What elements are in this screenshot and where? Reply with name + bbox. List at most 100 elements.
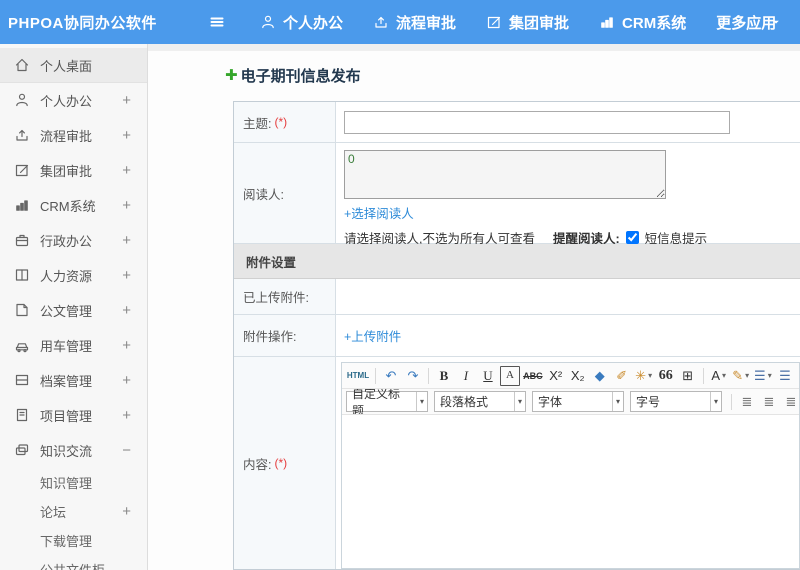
align-center-button[interactable]: ≣ <box>759 392 779 412</box>
hamburger-menu-icon[interactable] <box>200 5 234 39</box>
subject-input[interactable] <box>344 110 730 134</box>
strikethrough-button[interactable]: ABC <box>522 366 544 386</box>
blockquote-button[interactable]: 66 <box>656 366 676 386</box>
select-label: 段落格式 <box>440 395 489 409</box>
underline-button[interactable]: U <box>478 366 498 386</box>
top-navigation: 个人办公 流程审批 集团审批 CRM系统 更多应用 <box>260 12 781 33</box>
top-nav-item[interactable]: CRM系统 <box>599 12 686 33</box>
expand-toggle[interactable]: + <box>122 503 131 520</box>
sidebar-item-label: 公文管理 <box>40 304 93 319</box>
sidebar-item-label: 集团审批 <box>40 164 93 179</box>
readers-label: 阅读人: <box>243 187 284 202</box>
chevron-down-icon: ▾ <box>767 371 772 380</box>
archive-icon <box>14 372 31 389</box>
align-left-button[interactable]: ≣ <box>737 392 757 412</box>
editor-content-area[interactable] <box>342 415 799 568</box>
required-marker: (*) <box>274 456 288 470</box>
paste-plain-button[interactable]: ⊞ <box>678 366 698 386</box>
subject-field-cell <box>336 102 800 142</box>
attachment-action-cell: +上传附件 <box>336 315 800 356</box>
user-icon <box>260 14 276 30</box>
sidebar-item[interactable]: 项目管理 + <box>0 398 147 433</box>
flow-icon <box>373 14 389 30</box>
readers-field-cell: 0 +选择阅读人 请选择阅读人,不选为所有人可查看 提醒阅读人: 短信息提示 <box>336 143 800 246</box>
sidebar-item[interactable]: 人力资源 + <box>0 258 147 293</box>
upload-attachment-link[interactable]: +上传附件 <box>344 326 401 345</box>
sidebar-item[interactable]: CRM系统 + <box>0 188 147 223</box>
font-border-button[interactable]: A <box>499 365 520 386</box>
bold-button[interactable]: B <box>434 366 454 386</box>
html-source-button[interactable]: HTML <box>346 366 370 386</box>
font-family-select[interactable]: 字体 ▾ <box>532 391 624 412</box>
expand-toggle[interactable]: + <box>122 92 131 109</box>
required-marker: (*) <box>274 115 288 129</box>
page-title-text: 电子期刊信息发布 <box>240 68 361 85</box>
sidebar-item[interactable]: 公文管理 + <box>0 293 147 328</box>
sidebar-item[interactable]: 用车管理 + <box>0 328 147 363</box>
sidebar-item[interactable]: 个人办公 + <box>0 83 147 118</box>
sidebar-item[interactable]: 知识交流 − <box>0 433 147 468</box>
top-nav-item[interactable]: 集团审批 <box>486 12 569 33</box>
unordered-list-button[interactable]: ☰ <box>775 366 795 386</box>
subscript-button[interactable]: X₂ <box>568 366 588 386</box>
top-nav-label: 更多应用 <box>716 14 777 32</box>
subject-label-cell: 主题: (*) <box>234 102 336 142</box>
toolbar-separator <box>427 367 429 384</box>
top-nav-label: 个人办公 <box>283 14 344 32</box>
font-color-button[interactable]: A ▾ <box>709 366 729 386</box>
sidebar-item[interactable]: 公共文件柜 <box>0 555 147 570</box>
select-readers-link[interactable]: +选择阅读人 <box>344 203 414 222</box>
redo-button[interactable]: ↷ <box>403 366 423 386</box>
sidebar-item[interactable]: 论坛 + <box>0 497 147 526</box>
expand-toggle[interactable]: − <box>122 442 131 459</box>
top-bar: PHPOA协同办公软件 个人办公 流程审批 集团审批 CRM系统 更多应用 <box>0 0 800 44</box>
sidebar-item[interactable]: 行政办公 + <box>0 223 147 258</box>
attachment-section-header: 附件设置 <box>234 244 800 279</box>
font-size-select[interactable]: 字号 ▾ <box>630 391 722 412</box>
chevron-down-icon <box>771 17 781 27</box>
expand-toggle[interactable]: + <box>122 337 131 354</box>
paragraph-format-select[interactable]: 段落格式 ▾ <box>434 391 526 412</box>
superscript-button[interactable]: X² <box>546 366 566 386</box>
expand-toggle[interactable]: + <box>122 372 131 389</box>
sidebar-item[interactable]: 档案管理 + <box>0 363 147 398</box>
expand-toggle[interactable]: + <box>122 162 131 179</box>
expand-toggle[interactable]: + <box>122 302 131 319</box>
undo-button[interactable]: ↶ <box>381 366 401 386</box>
highlight-color-button[interactable]: ✎ ▾ <box>731 366 751 386</box>
sidebar-item[interactable]: 个人桌面 <box>0 48 147 83</box>
select-label: 自定义标题 <box>352 389 401 415</box>
edit-icon <box>486 14 502 30</box>
sidebar-item[interactable]: 流程审批 + <box>0 118 147 153</box>
chart-icon <box>599 14 615 30</box>
select-label: 字号 <box>636 395 661 409</box>
rich-text-editor: HTML ↶ ↷ B I U A ABC X² X₂ ◆ ✐ ✳ ▾ 66 ⊞ A ▾ ✎ ▾ ☰ ▾ ☰ 自定义标题 ▾ 段落… <box>341 362 800 569</box>
magic-format-button[interactable]: ✳ ▾ <box>634 366 654 386</box>
top-nav-item[interactable]: 流程审批 <box>373 12 456 33</box>
top-nav-item[interactable]: 个人办公 <box>260 12 343 33</box>
sidebar-item-label: 知识交流 <box>40 444 93 459</box>
expand-toggle[interactable]: + <box>122 197 131 214</box>
editor-toolbar-row1: HTML ↶ ↷ B I U A ABC X² X₂ ◆ ✐ ✳ ▾ 66 ⊞ A ▾ ✎ ▾ ☰ ▾ ☰ <box>342 363 799 389</box>
expand-toggle[interactable]: + <box>122 127 131 144</box>
sidebar-item[interactable]: 知识管理 <box>0 468 147 497</box>
sms-notify-checkbox[interactable] <box>625 231 639 244</box>
format-brush-button[interactable]: ✐ <box>612 366 632 386</box>
sidebar-item-label: 人力资源 <box>40 269 93 284</box>
ordered-list-button[interactable]: ☰ ▾ <box>753 366 773 386</box>
sidebar-item-label: 论坛 <box>40 505 67 520</box>
align-right-button[interactable]: ≣ <box>781 392 799 412</box>
expand-toggle[interactable]: + <box>122 232 131 249</box>
sidebar-item[interactable]: 集团审批 + <box>0 153 147 188</box>
expand-toggle[interactable]: + <box>122 267 131 284</box>
eraser-button[interactable]: ◆ <box>590 366 610 386</box>
toolbar-separator <box>731 393 732 410</box>
readers-textarea[interactable]: 0 <box>344 150 666 199</box>
sidebar-item-label: 用车管理 <box>40 339 93 354</box>
sidebar-item[interactable]: 下载管理 <box>0 526 147 555</box>
italic-button[interactable]: I <box>456 366 476 386</box>
top-nav-label: 集团审批 <box>509 14 570 32</box>
top-nav-item[interactable]: 更多应用 <box>716 12 781 33</box>
custom-heading-select[interactable]: 自定义标题 ▾ <box>346 389 428 415</box>
expand-toggle[interactable]: + <box>122 407 131 424</box>
